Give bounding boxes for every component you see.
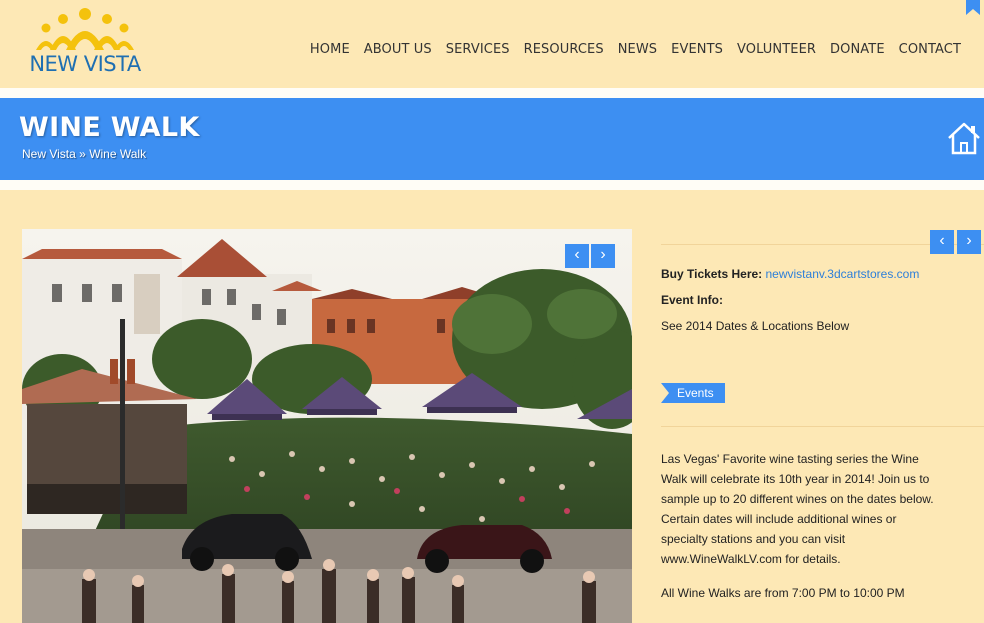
tickets-line: Buy Tickets Here: newvistanv.3dcartstore… xyxy=(661,267,919,281)
logo-people-icon xyxy=(36,8,134,50)
photo-next-button[interactable]: › xyxy=(591,244,615,268)
tickets-label: Buy Tickets Here: xyxy=(661,267,763,281)
nav-events[interactable]: EVENTS xyxy=(664,42,730,57)
banner-divider xyxy=(0,180,984,190)
wine-walk-plaza-image xyxy=(22,229,632,623)
event-description: Las Vegas' Favorite wine tasting series … xyxy=(661,452,934,566)
bookmark-icon[interactable] xyxy=(965,0,981,16)
nav-news[interactable]: NEWS xyxy=(611,42,664,57)
logo-wordmark: NEW VISTA xyxy=(29,52,141,76)
info-next-button[interactable]: › xyxy=(957,230,981,254)
breadcrumb-home-link[interactable]: New Vista xyxy=(22,147,76,161)
header-divider xyxy=(0,88,984,98)
nav-contact[interactable]: CONTACT xyxy=(892,42,968,57)
page-banner: WINE WALK New Vista » Wine Walk xyxy=(0,98,984,180)
event-photo: ‹ › xyxy=(22,229,632,623)
new-vista-logo[interactable]: NEW VISTA xyxy=(26,6,144,78)
photo-prev-button[interactable]: ‹ xyxy=(565,244,589,268)
event-info-value: See 2014 Dates & Locations Below xyxy=(661,319,850,333)
info-prev-button[interactable]: ‹ xyxy=(930,230,954,254)
page-title: WINE WALK xyxy=(19,112,200,143)
info-mid-rule xyxy=(661,426,984,427)
event-times: All Wine Walks are from 7:00 PM to 10:00… xyxy=(661,586,905,600)
event-info-label: Event Info: xyxy=(661,293,723,307)
breadcrumb: New Vista » Wine Walk xyxy=(22,147,146,161)
nav-volunteer[interactable]: VOLUNTEER xyxy=(730,42,823,57)
events-category-tag[interactable]: Events xyxy=(661,383,725,403)
nav-donate[interactable]: DONATE xyxy=(823,42,892,57)
breadcrumb-current: Wine Walk xyxy=(89,147,147,161)
breadcrumb-separator: » xyxy=(79,147,86,161)
main-nav: HOME ABOUT US SERVICES RESOURCES NEWS EV… xyxy=(303,42,968,57)
nav-services[interactable]: SERVICES xyxy=(439,42,517,57)
event-info-line: Event Info: xyxy=(661,293,723,307)
nav-resources[interactable]: RESOURCES xyxy=(517,42,611,57)
nav-home[interactable]: HOME xyxy=(303,42,357,57)
site-header: NEW VISTA HOME ABOUT US SERVICES RESOURC… xyxy=(0,0,984,88)
tickets-link[interactable]: newvistanv.3dcartstores.com xyxy=(766,267,920,281)
home-icon[interactable] xyxy=(946,120,982,156)
nav-about-us[interactable]: ABOUT US xyxy=(357,42,439,57)
